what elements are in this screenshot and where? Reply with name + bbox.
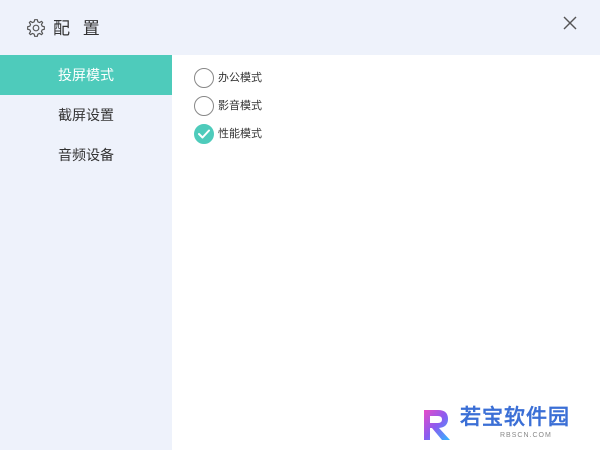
sidebar-item-audio-device[interactable]: 音频设备 bbox=[0, 135, 172, 175]
sidebar-item-screen-cast-mode[interactable]: 投屏模式 bbox=[0, 55, 172, 95]
close-button[interactable] bbox=[560, 13, 580, 33]
option-label: 影音模式 bbox=[218, 100, 262, 112]
radio-button-checked[interactable] bbox=[194, 124, 214, 144]
watermark-logo bbox=[418, 404, 456, 444]
title-bar: 配 置 bbox=[0, 0, 600, 55]
option-label: 性能模式 bbox=[218, 128, 262, 140]
option-label: 办公模式 bbox=[218, 72, 262, 84]
check-icon bbox=[198, 129, 210, 139]
gear-icon bbox=[26, 18, 46, 38]
watermark-subtext: RBSCN.COM bbox=[500, 432, 552, 439]
close-icon[interactable] bbox=[560, 13, 580, 33]
sidebar-item-screenshot-settings[interactable]: 截屏设置 bbox=[0, 95, 172, 135]
radio-button[interactable] bbox=[194, 68, 214, 88]
window-title: 配 置 bbox=[53, 19, 104, 38]
sidebar: 投屏模式 截屏设置 音频设备 bbox=[0, 55, 172, 450]
content-panel: 办公模式 影音模式 性能模式 bbox=[172, 55, 600, 450]
watermark: 若宝软件园 RBSCN.COM bbox=[418, 402, 590, 446]
config-window: 配 置 投屏模式 截屏设置 音频设备 办公模式 影音模式 性能模式 若宝软件园 … bbox=[0, 0, 600, 450]
radio-button[interactable] bbox=[194, 96, 214, 116]
watermark-text: 若宝软件园 bbox=[460, 406, 570, 429]
